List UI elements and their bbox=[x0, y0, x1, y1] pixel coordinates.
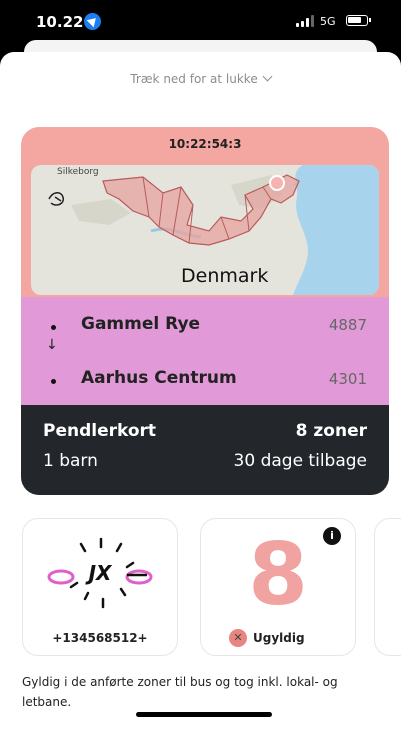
validity-status: Ugyldig bbox=[253, 630, 305, 645]
map-city-label: Silkeborg bbox=[57, 167, 99, 177]
destination-bullet-icon bbox=[51, 379, 56, 384]
pull-to-close[interactable]: Træk ned for at lukke bbox=[0, 71, 401, 86]
status-time: 10.22 bbox=[36, 13, 84, 31]
control-code-card[interactable]: JX +134568512+ bbox=[22, 518, 178, 656]
control-code: JX bbox=[88, 561, 112, 585]
ticket-type: Pendlerkort bbox=[43, 421, 157, 441]
chevron-down-icon bbox=[262, 71, 273, 82]
ticket-timestamp: 10:22:54:3 bbox=[168, 137, 242, 151]
validity-badge: ✕ Ugyldig bbox=[229, 627, 305, 647]
origin-zone-number: 4887 bbox=[328, 316, 367, 334]
ticket-info: Pendlerkort 8 zoner 1 barn 30 dage tilba… bbox=[21, 405, 389, 495]
battery-icon bbox=[346, 15, 371, 26]
close-icon: ✕ bbox=[229, 628, 247, 647]
ticket-card: 10:22:54:3 Silkeborg Denmark Gammel Rye … bbox=[21, 127, 389, 495]
map-country-label: Denmark bbox=[181, 265, 269, 287]
zone-map[interactable]: Silkeborg Denmark bbox=[31, 165, 379, 295]
route-section: Gammel Rye 4887 ↓ Aarhus Centrum 4301 bbox=[21, 297, 389, 405]
status-bar: 10.22 5G bbox=[0, 0, 401, 44]
ticket-sheet[interactable]: Træk ned for at lukke 10:22:54:3 Silkebo… bbox=[0, 52, 401, 742]
zone-count: 8 bbox=[248, 525, 308, 625]
destination-zone-number: 4301 bbox=[328, 370, 367, 388]
destination-stop: Aarhus Centrum bbox=[81, 368, 237, 388]
location-arrow-icon bbox=[84, 13, 101, 30]
next-card-peek[interactable] bbox=[374, 518, 401, 656]
home-indicator[interactable] bbox=[136, 712, 272, 717]
passenger-type: 1 barn bbox=[43, 451, 98, 471]
origin-stop: Gammel Rye bbox=[81, 314, 201, 334]
ticket-zones: 8 zoner bbox=[295, 421, 367, 441]
control-number: +134568512+ bbox=[52, 631, 148, 645]
origin-bullet-icon bbox=[51, 325, 56, 330]
zone-count-card[interactable]: i 8 ✕ Ugyldig bbox=[200, 518, 356, 656]
validity-text: Gyldig i de anførte zoner til bus og tog… bbox=[22, 675, 338, 709]
network-label: 5G bbox=[320, 15, 336, 28]
arrow-down-icon: ↓ bbox=[46, 337, 58, 353]
signal-icon bbox=[296, 15, 314, 27]
pull-hint-label: Træk ned for at lukke bbox=[130, 72, 258, 86]
days-remaining: 30 dage tilbage bbox=[233, 451, 367, 471]
